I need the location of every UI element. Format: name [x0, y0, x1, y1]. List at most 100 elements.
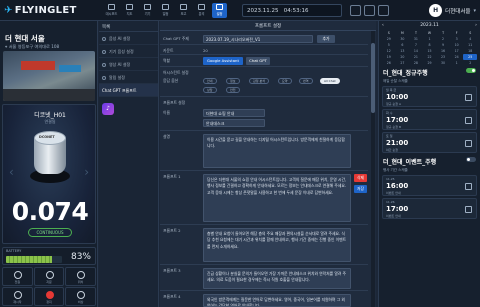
device-state: 연결됨: [44, 119, 56, 124]
gpt-badge: ♪: [102, 103, 155, 115]
schedule-card[interactable]: 11.25 16:00 이벤트 안내: [382, 175, 477, 196]
nav-schedule[interactable]: 일정: [158, 3, 173, 18]
schedule-days: 토 일: [386, 134, 393, 138]
menu-head: 목록: [99, 21, 158, 32]
logo-text: FLYINGLET: [14, 5, 77, 16]
schedule-name: 야간 순찰: [386, 148, 398, 152]
chip-translate[interactable]: 번역: [299, 78, 313, 84]
prompt2-textarea[interactable]: 층별 안내 요청이 들어오면 해당 층의 주요 매장과 편의시설을 순서대로 알…: [203, 228, 351, 262]
emergency-button[interactable]: 비상: [65, 287, 96, 306]
add-project-button[interactable]: 추가: [317, 35, 335, 43]
power-button[interactable]: 전원: [2, 267, 33, 286]
fingerprint-icon: [45, 271, 54, 279]
robot-icon: [465, 117, 472, 124]
settings-menu: 목록 음성 AI 설정 기기 음성 설정 영상 AI 설정 알림 설정 Chat…: [99, 21, 159, 307]
site-photo: [3, 51, 95, 101]
battery-percent: 83%: [70, 252, 91, 262]
site-title: 더 현대 서울: [5, 34, 45, 43]
schedule-time: 17:00: [386, 116, 409, 124]
delete-button[interactable]: 삭제: [354, 174, 367, 182]
chip-counsel[interactable]: 상담: [203, 87, 217, 93]
location-icon: [77, 271, 86, 279]
name-field[interactable]: 더현대 쇼핑 안내: [203, 109, 265, 117]
nav-map[interactable]: 지도: [122, 3, 137, 18]
user-menu[interactable]: H 더현대서울 ▾: [429, 3, 476, 18]
schedule-days: 11.26: [386, 200, 395, 204]
prompt2-row: 프롬프트 2 층별 안내 요청이 들어오면 해당 층의 주요 매장과 편의시설을…: [160, 225, 368, 265]
menu-item-video-ai[interactable]: 영상 AI 설정: [99, 58, 158, 71]
top-bar: ✈FLYINGLET 대시보드 지도 기기 일정 보고 분석 설정 알림 202…: [0, 0, 480, 21]
calendar-picker-icon[interactable]: [350, 5, 361, 16]
nav-analysis[interactable]: 분석: [194, 3, 209, 18]
report-icon: [180, 4, 187, 10]
battery-label: BATTERY: [6, 249, 22, 253]
chip-all-chat[interactable]: All Chat: [320, 78, 340, 84]
location-button[interactable]: 위치: [65, 267, 96, 286]
robot-icon: [465, 140, 472, 147]
google-assistant-button[interactable]: Google Assistant: [203, 57, 243, 65]
nav-report[interactable]: 보고: [176, 3, 191, 18]
calendar-header: ‹ 2023.11 ›: [379, 21, 480, 30]
menu-item-voice-ai[interactable]: 음성 AI 설정: [99, 32, 158, 45]
chip-info[interactable]: 정보: [226, 78, 240, 84]
schedule-days: 화 수: [386, 111, 393, 115]
desc-textarea[interactable]: 이용 시간을 묻고 길을 안내하는 디지털 어시스턴트입니다. 방문객에게 친절…: [203, 134, 351, 168]
schedule-card[interactable]: 화 수 17:00 정규 순찰 B: [382, 109, 477, 130]
datetime-display: 2023.11.25 04:53:16: [242, 4, 342, 17]
menu-item-alert[interactable]: 알림 설정: [99, 71, 158, 84]
event-toggle[interactable]: [466, 157, 476, 162]
fullscreen-icon[interactable]: [378, 5, 389, 16]
menu-item-gpt-prompt[interactable]: Chat GPT 프롬프트: [99, 84, 158, 97]
nav-settings[interactable]: 설정: [212, 3, 227, 18]
camera-icon: [102, 63, 106, 67]
next-device-icon[interactable]: ›: [84, 165, 89, 179]
event-subtitle: 매일 순찰 스케줄: [383, 79, 408, 83]
project-select[interactable]: 2023.07.19_시나리오버전_V1: [203, 35, 313, 43]
gear-icon: [216, 4, 223, 10]
fingerprint-button[interactable]: 지문: [33, 267, 65, 286]
save-button[interactable]: 저장: [354, 185, 367, 193]
mode-button[interactable]: CONTINUOUS: [28, 228, 72, 237]
nav-dashboard[interactable]: 대시보드: [104, 3, 119, 18]
chatgpt-button[interactable]: Chat GPT: [246, 57, 270, 65]
event-toggle[interactable]: [466, 68, 476, 73]
schedule-card[interactable]: 월 목 금 10:00 정규 순찰 A: [382, 86, 477, 107]
schedule-name: 이벤트 안내: [386, 191, 401, 195]
refresh-icon[interactable]: [364, 5, 375, 16]
chip-safety[interactable]: 안전: [226, 87, 240, 93]
schedule-time: 10:00: [386, 93, 409, 101]
schedule-card[interactable]: 토 일 21:00 야간 순찰: [382, 132, 477, 153]
prompt1-textarea[interactable]: 당신은 더현대 서울의 쇼핑 안내 어시스턴트입니다. 고객의 질문에 매장 위…: [203, 174, 351, 222]
prev-device-icon[interactable]: ‹: [9, 165, 14, 179]
schedule-card[interactable]: 11.26 17:00 이벤트 안내: [382, 198, 477, 219]
event-title[interactable]: 더_현대_이벤트_주행: [379, 155, 480, 168]
chip-summary[interactable]: 요약: [278, 78, 292, 84]
prompt4-textarea[interactable]: 외국인 방문객에게는 질문한 언어로 답변하세요. 영어, 중국어, 일본어를 …: [203, 294, 351, 307]
scrollbar-thumb[interactable]: [371, 43, 375, 113]
prompt3-textarea[interactable]: 긴급 상황이나 분실물 문의가 들어오면 가장 가까운 안내데스크 위치와 연락…: [203, 268, 351, 289]
restart-button[interactable]: 재시작: [2, 287, 33, 306]
emergency-icon: [77, 291, 86, 299]
menu-item-device-voice[interactable]: 기기 음성 설정: [99, 45, 158, 58]
stop-button[interactable]: 정지: [33, 287, 65, 306]
prompt3-row: 프롬프트 3 긴급 상황이나 분실물 문의가 들어오면 가장 가까운 안내데스크…: [160, 265, 368, 291]
nav-device[interactable]: 기기: [140, 3, 155, 18]
event-subtitle: 행사 기간 스케줄: [383, 168, 408, 172]
schedule-time: 21:00: [386, 139, 409, 147]
chip-emotion[interactable]: 감정 분석: [249, 78, 269, 84]
robot-icon: [465, 94, 472, 101]
site-address: ⌖ 서울 영등포구 여의대로 108: [5, 44, 60, 49]
chip-guide[interactable]: 안내: [203, 78, 217, 84]
prev-month-icon[interactable]: ‹: [382, 23, 384, 28]
device-card: 디코넷_H01 연결됨 ‹ › DCONET 0.074 CONTINUOUS: [2, 104, 96, 244]
date-text: 2023.11.25: [247, 8, 279, 14]
location-field[interactable]: 안내데스크: [203, 119, 265, 127]
battery-bar: [6, 256, 62, 263]
calendar-grid: S M T W T F S 29 30 31 1 2 3 4 5 6 7 8 9 10 11 12 13 14 15 16 17 18…: [379, 30, 480, 66]
form-scrollbar[interactable]: [371, 31, 375, 307]
logo[interactable]: ✈ FLYINGLET: [4, 5, 77, 16]
next-month-icon[interactable]: ›: [475, 23, 477, 28]
time-text: 04:53:16: [283, 8, 309, 14]
event-title[interactable]: 더_현대_정규주행: [379, 66, 480, 79]
device-name: 디코넷_H01: [34, 112, 66, 119]
